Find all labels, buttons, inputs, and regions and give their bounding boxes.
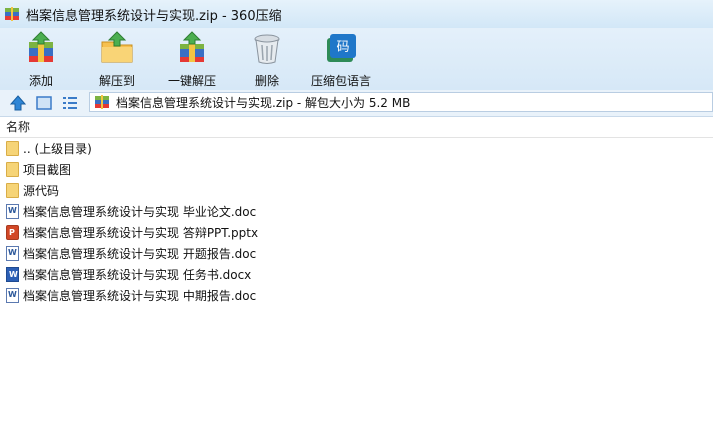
file-name: 档案信息管理系统设计与实现 中期报告.doc — [23, 289, 257, 303]
list-view-button[interactable] — [60, 93, 80, 113]
list-item-file[interactable]: 档案信息管理系统设计与实现 答辩PPT.pptx — [0, 222, 713, 243]
folder-icon — [6, 162, 19, 177]
path-text: 档案信息管理系统设计与实现.zip - 解包大小为 5.2 MB — [116, 95, 411, 110]
add-archive-icon — [23, 30, 59, 66]
add-button[interactable]: 添加 — [18, 28, 64, 90]
list-item-file[interactable]: 档案信息管理系统设计与实现 开题报告.doc — [0, 243, 713, 264]
list-view-icon — [63, 97, 77, 109]
title-bar: 档案信息管理系统设计与实现.zip - 360压缩 — [0, 0, 713, 28]
archive-language-icon: 码 — [323, 30, 359, 66]
file-name: 档案信息管理系统设计与实现 毕业论文.doc — [23, 205, 257, 219]
extract-to-button[interactable]: 解压到 — [94, 28, 140, 90]
word-doc-icon — [6, 204, 19, 219]
up-arrow-icon — [9, 95, 27, 111]
file-name: 源代码 — [23, 184, 60, 198]
word-docx-icon — [6, 267, 19, 282]
file-name: 档案信息管理系统设计与实现 任务书.docx — [23, 268, 252, 282]
one-key-extract-icon — [174, 30, 210, 66]
archive-language-button[interactable]: 码 压缩包语言 — [308, 28, 374, 90]
file-name: 档案信息管理系统设计与实现 答辩PPT.pptx — [23, 226, 259, 240]
list-item-folder[interactable]: 源代码 — [0, 180, 713, 201]
archive-icon — [94, 94, 110, 110]
list-item-file[interactable]: 档案信息管理系统设计与实现 毕业论文.doc — [0, 201, 713, 222]
toolbar: 添加 解压到 一键解压 删除 码 压缩包语言 — [0, 28, 713, 90]
path-field[interactable]: 档案信息管理系统设计与实现.zip - 解包大小为 5.2 MB — [89, 92, 713, 112]
archive-language-glyph: 码 — [336, 40, 349, 55]
powerpoint-icon — [6, 225, 19, 240]
list-item-parent-dir[interactable]: .. (上级目录) — [0, 138, 713, 159]
app-window: 档案信息管理系统设计与实现.zip - 360压缩 添加 解压到 一键解压 删除… — [0, 0, 713, 442]
extract-folder-icon — [99, 30, 135, 66]
column-header-name[interactable]: 名称 — [0, 117, 713, 138]
list-item-file[interactable]: 档案信息管理系统设计与实现 中期报告.doc — [0, 285, 713, 306]
word-doc-icon — [6, 246, 19, 261]
one-key-extract-label: 一键解压 — [167, 74, 216, 88]
file-name: 档案信息管理系统设计与实现 开题报告.doc — [23, 247, 257, 261]
one-key-extract-button[interactable]: 一键解压 — [164, 28, 220, 90]
list-item-folder[interactable]: 项目截图 — [0, 159, 713, 180]
thumbnail-view-icon — [36, 96, 52, 110]
delete-button[interactable]: 删除 — [244, 28, 290, 90]
file-name: .. (上级目录) — [23, 142, 92, 156]
window-title: 档案信息管理系统设计与实现.zip - 360压缩 — [26, 8, 282, 24]
address-bar: 档案信息管理系统设计与实现.zip - 解包大小为 5.2 MB — [0, 90, 713, 117]
delete-button-label: 删除 — [254, 74, 279, 88]
folder-icon — [6, 141, 19, 156]
archive-language-label: 压缩包语言 — [310, 74, 371, 88]
file-list: 名称 .. (上级目录) 项目截图 源代码 档案信息管理系统设计与实现 毕业论文… — [0, 117, 713, 442]
archive-icon — [4, 6, 20, 22]
word-doc-icon — [6, 288, 19, 303]
folder-icon — [6, 183, 19, 198]
file-name: 项目截图 — [23, 163, 72, 177]
up-level-button[interactable] — [8, 93, 28, 113]
extract-to-label: 解压到 — [98, 74, 135, 88]
list-item-file[interactable]: 档案信息管理系统设计与实现 任务书.docx — [0, 264, 713, 285]
thumbnail-view-button[interactable] — [34, 93, 54, 113]
trash-icon — [249, 30, 285, 66]
add-button-label: 添加 — [28, 74, 53, 88]
